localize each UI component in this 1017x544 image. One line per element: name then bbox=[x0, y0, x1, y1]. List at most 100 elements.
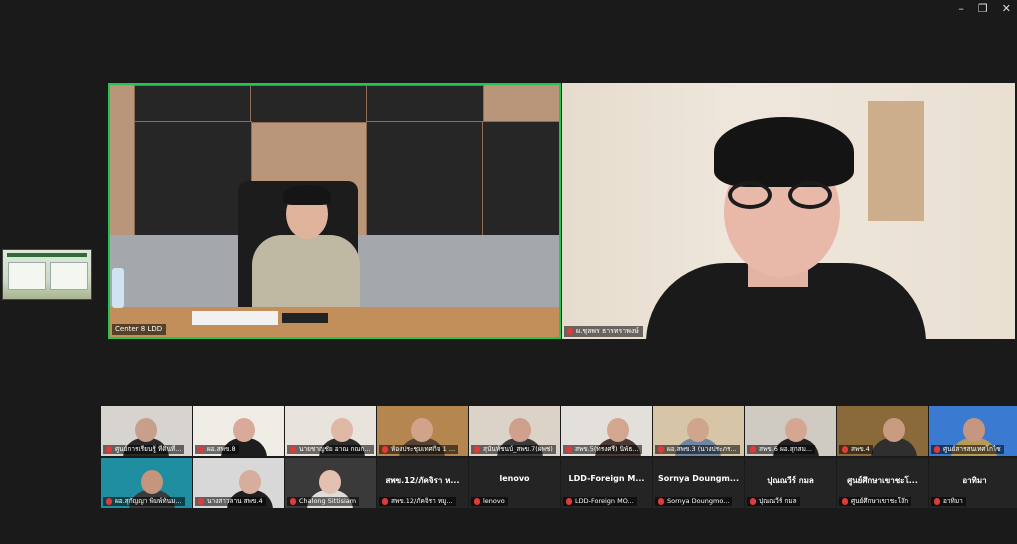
minimize-icon[interactable]: – bbox=[958, 2, 964, 15]
video-person bbox=[963, 418, 985, 442]
participant-name: Chalong Sittisiam bbox=[299, 497, 357, 505]
gallery-tile[interactable]: LDD-Foreign M... LDD-Foreign MO... bbox=[561, 458, 652, 508]
muted-mic-icon bbox=[658, 498, 664, 505]
video-person-glasses bbox=[728, 181, 836, 211]
video-bottle bbox=[112, 268, 124, 308]
gallery-tile[interactable]: lenovo lenovo bbox=[469, 458, 560, 508]
gallery-tile[interactable]: นายชาญชัย อาณ กณก... bbox=[285, 406, 376, 456]
gallery-tile[interactable]: สพข.12/ภัคจิรา ห... สพข.12/ภัคจิรา หมู... bbox=[377, 458, 468, 508]
participant-name-tag: สพข.4 bbox=[839, 445, 873, 454]
gallery-tile[interactable]: ปุณณวีร์ กมล ปุณณวีร์ กมล bbox=[745, 458, 836, 508]
participant-name: ห้องประชุมเทศกิจ 1 ... bbox=[391, 445, 456, 453]
video-person bbox=[509, 418, 531, 442]
gallery-tile[interactable]: ศูนย์การเรียนรู้ ที่ดินที่... bbox=[101, 406, 192, 456]
video-person bbox=[883, 418, 905, 442]
video-background bbox=[868, 101, 924, 221]
close-icon[interactable]: ✕ bbox=[1002, 2, 1011, 15]
participant-name-tag: ผ.ชุลพร ธารทราพงษ์ bbox=[564, 326, 643, 337]
gallery-tile[interactable]: ผอ.สพข.3 (นางประภร... bbox=[653, 406, 744, 456]
muted-mic-icon bbox=[382, 446, 388, 453]
muted-mic-icon bbox=[842, 446, 848, 453]
participant-name-tag: ผอ.สพข.8 bbox=[195, 445, 239, 454]
participant-name-tag: สุนันท์ชนบ์_สพข.7(ผพช) bbox=[471, 445, 556, 454]
participant-name: ผอ.สพข.3 (นางประภร... bbox=[667, 445, 737, 453]
video-person bbox=[135, 418, 157, 442]
gallery-tile[interactable]: นางสาวลาน สพข.4 bbox=[193, 458, 284, 508]
participant-name-tag: ปุณณวีร์ กมล bbox=[747, 497, 800, 506]
video-person bbox=[283, 185, 331, 205]
gallery-tile[interactable]: ผอ.สพข.8 bbox=[193, 406, 284, 456]
participant-name: lenovo bbox=[483, 497, 505, 505]
video-person bbox=[141, 470, 163, 494]
slide-title-bar bbox=[7, 253, 87, 257]
gallery-tile[interactable]: สุนันท์ชนบ์_สพข.7(ผพช) bbox=[469, 406, 560, 456]
participant-name: ผ.ชุลพร ธารทราพงษ์ bbox=[576, 327, 639, 335]
video-nameplate bbox=[192, 311, 278, 325]
participant-display-name: ศูนย์ศึกษาเขาชะโ... bbox=[847, 476, 918, 485]
participant-name: สุนันท์ชนบ์_สพข.7(ผพช) bbox=[483, 445, 553, 453]
muted-mic-icon bbox=[382, 498, 388, 505]
participant-name-tag: นางสาวลาน สพข.4 bbox=[195, 497, 266, 506]
participant-name-tag: ผอ.สพข.3 (นางประภร... bbox=[655, 445, 740, 454]
active-speaker-video[interactable]: Center 8 LDD bbox=[108, 83, 561, 339]
participant-name-tag: สพข.12/ภัคจิรา หมู... bbox=[379, 497, 456, 506]
participant-name: ศูนย์การเรียนรู้ ที่ดินที่... bbox=[115, 445, 182, 453]
muted-mic-icon bbox=[934, 498, 940, 505]
participant-video[interactable]: ผ.ชุลพร ธารทราพงษ์ bbox=[562, 83, 1015, 339]
video-person bbox=[411, 418, 433, 442]
gallery-tile[interactable]: Sornya Doungm... Sornya Doungmo... bbox=[653, 458, 744, 508]
participant-display-name: สพข.12/ภัคจิรา ห... bbox=[385, 476, 460, 485]
participant-name: สพข.6 ผอ.สุกสม... bbox=[759, 445, 813, 453]
restore-icon[interactable]: ❐ bbox=[978, 2, 988, 15]
participant-name: ปุณณวีร์ กมล bbox=[759, 497, 797, 505]
gallery-tile[interactable]: ศูนย์สารสนเทศโกไซ bbox=[929, 406, 1017, 456]
gallery-tile[interactable]: สพข.5(ทรงศรี) นิพัธ... bbox=[561, 406, 652, 456]
participant-name: สพข.5(ทรงศรี) นิพัธ... bbox=[575, 445, 639, 453]
participant-display-name: LDD-Foreign M... bbox=[568, 474, 645, 483]
gallery-tile[interactable]: สพข.6 ผอ.สุกสม... bbox=[745, 406, 836, 456]
video-person bbox=[607, 418, 629, 442]
participant-name: นางสาวลาน สพข.4 bbox=[207, 497, 263, 505]
participant-display-name: ปุณณวีร์ กมล bbox=[767, 476, 814, 485]
participant-name: สพข.12/ภัคจิรา หมู... bbox=[391, 497, 453, 505]
video-person bbox=[319, 470, 341, 494]
muted-mic-icon bbox=[290, 498, 296, 505]
participant-display-name: อาทิมา bbox=[962, 476, 987, 485]
participant-name: LDD-Foreign MO... bbox=[575, 497, 634, 505]
muted-mic-icon bbox=[567, 328, 573, 335]
screen-share-thumbnail[interactable] bbox=[2, 249, 92, 300]
video-person bbox=[785, 418, 807, 442]
participant-name: Sornya Doungmo... bbox=[667, 497, 730, 505]
muted-mic-icon bbox=[566, 446, 572, 453]
participant-name-tag: Chalong Sittisiam bbox=[287, 497, 360, 506]
video-person bbox=[714, 117, 854, 187]
video-person bbox=[687, 418, 709, 442]
muted-mic-icon bbox=[934, 446, 940, 453]
participant-name: ศูนย์ศึกษาเขาชะโง๊ก bbox=[851, 497, 909, 505]
participant-name: อาทิมา bbox=[943, 497, 963, 505]
participant-name: สพข.4 bbox=[851, 445, 870, 453]
gallery-tile[interactable]: สพข.4 bbox=[837, 406, 928, 456]
participant-name-tag: อาทิมา bbox=[931, 497, 966, 506]
participant-name-tag: ศูนย์การเรียนรู้ ที่ดินที่... bbox=[103, 445, 185, 454]
gallery-tile[interactable]: ผอ.สุกัญญา พิมพ์ท้นม... bbox=[101, 458, 192, 508]
gallery-tile[interactable]: ศูนย์ศึกษาเขาชะโ... ศูนย์ศึกษาเขาชะโง๊ก bbox=[837, 458, 928, 508]
muted-mic-icon bbox=[198, 498, 204, 505]
participant-name-tag: สพข.5(ทรงศรี) นิพัธ... bbox=[563, 445, 642, 454]
window-controls: – ❐ ✕ bbox=[958, 2, 1011, 15]
gallery-tile[interactable]: ห้องประชุมเทศกิจ 1 ... bbox=[377, 406, 468, 456]
gallery-tile[interactable]: อาทิมา อาทิมา bbox=[929, 458, 1017, 508]
muted-mic-icon bbox=[658, 446, 664, 453]
participant-name: ผอ.สุกัญญา พิมพ์ท้นม... bbox=[115, 497, 182, 505]
muted-mic-icon bbox=[750, 498, 756, 505]
video-person bbox=[239, 470, 261, 494]
video-person bbox=[233, 418, 255, 442]
participant-name-tag: Sornya Doungmo... bbox=[655, 497, 733, 506]
participant-name-tag: ศูนย์สารสนเทศโกไซ bbox=[931, 445, 1004, 454]
gallery-tile[interactable]: Chalong Sittisiam bbox=[285, 458, 376, 508]
participant-name-tag: Center 8 LDD bbox=[112, 324, 167, 335]
participant-name-tag: LDD-Foreign MO... bbox=[563, 497, 637, 506]
muted-mic-icon bbox=[290, 446, 296, 453]
participant-display-name: Sornya Doungm... bbox=[657, 474, 739, 483]
participant-name-tag: lenovo bbox=[471, 497, 508, 506]
